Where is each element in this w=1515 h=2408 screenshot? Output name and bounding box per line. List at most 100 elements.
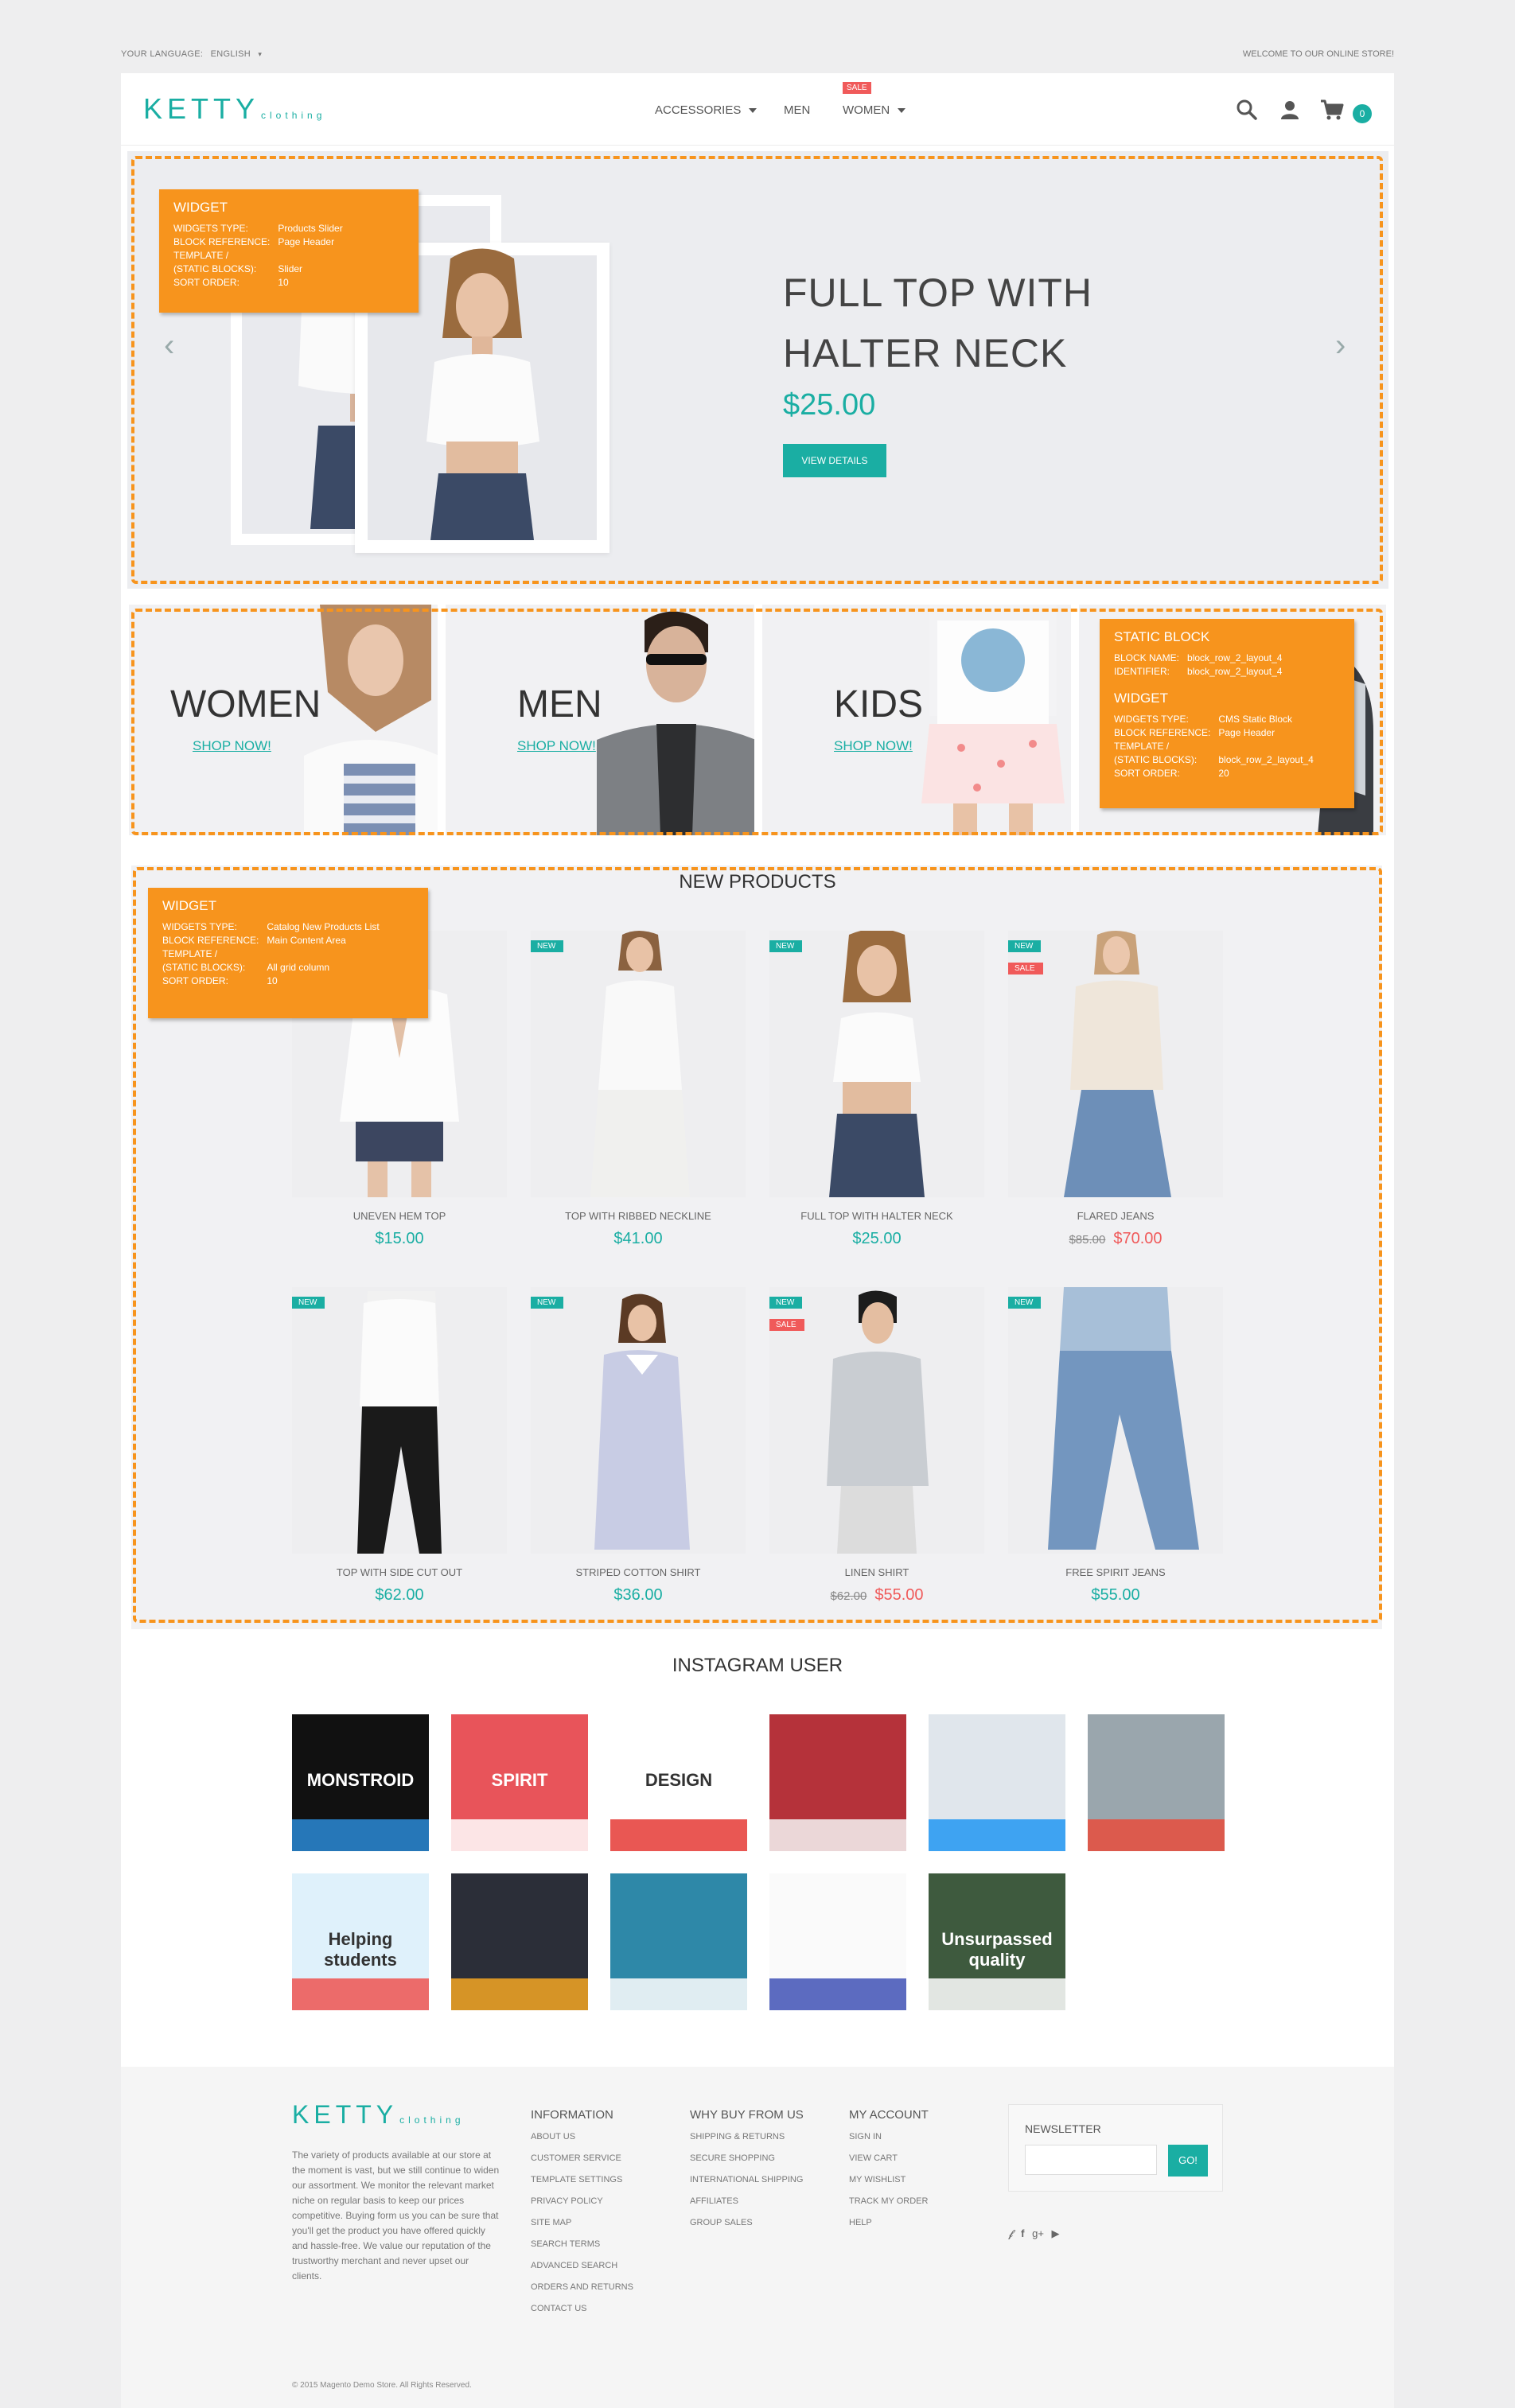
widget-annotation-title: Widget <box>1114 691 1168 706</box>
footer-link[interactable]: View cart <box>849 2148 1000 2169</box>
instagram-tile-band <box>1088 1819 1225 1851</box>
widget-value: All grid column <box>267 962 330 973</box>
footer-link[interactable]: Contact us <box>531 2298 682 2320</box>
widget-key: Block reference: <box>173 236 271 247</box>
footer-link[interactable]: Template Settings <box>531 2169 682 2191</box>
nav-accessories[interactable]: Accessories <box>655 103 758 117</box>
nav-men[interactable]: Men <box>784 103 810 117</box>
facebook-icon[interactable]: f <box>1021 2227 1024 2239</box>
footer-link[interactable]: Orders and returns <box>531 2277 682 2298</box>
nav-women-label: Women <box>843 103 890 117</box>
footer-link[interactable]: Sign in <box>849 2126 1000 2148</box>
nav-women[interactable]: Women <box>843 103 906 117</box>
widget-value: Slider <box>278 263 303 274</box>
instagram-tile[interactable]: MONSTROID <box>292 1714 429 1851</box>
widget-annotation-slider: Widget Widgets type: Products Slider Bloc… <box>159 189 419 313</box>
instagram-tile[interactable] <box>1088 1714 1225 1851</box>
instagram-tile[interactable]: Helping students <box>292 1873 429 2010</box>
instagram-title: Instagram user <box>672 1655 843 1676</box>
footer-link[interactable]: About us <box>531 2126 682 2148</box>
footer-column-title: Information <box>531 2108 613 2122</box>
widget-value: Page Header <box>1218 727 1275 738</box>
instagram-tile-band <box>929 1978 1065 2010</box>
language-switcher[interactable]: Your Language: English ▾ <box>121 49 262 59</box>
widget-key: Template / <box>162 948 218 959</box>
widget-key: Sort order: <box>173 277 240 288</box>
instagram-tile[interactable] <box>769 1873 906 2010</box>
user-icon[interactable] <box>1278 98 1302 122</box>
newsletter-email-input[interactable] <box>1025 2145 1157 2175</box>
widget-key: (Static blocks): <box>162 962 246 973</box>
widget-value: Products Slider <box>278 223 343 234</box>
footer-column-title: My account <box>849 2108 929 2122</box>
footer-logo[interactable]: KETTY clothing <box>292 2100 465 2130</box>
newsletter-title: Newsletter <box>1025 2122 1101 2135</box>
widget-value: block_row_2_layout_4 <box>1187 652 1283 663</box>
twitter-icon[interactable]: 𝓯 <box>1008 2227 1014 2239</box>
google-plus-icon[interactable]: g+ <box>1032 2227 1044 2239</box>
widget-key: Widgets type: <box>162 921 237 932</box>
instagram-tile-label: Unsurpassed quality <box>941 1929 1053 1970</box>
instagram-tile-label: MONSTROID <box>306 1770 415 1790</box>
widget-annotation-categories: Static block Block name: block_row_2_layo… <box>1100 619 1354 808</box>
widget-annotation-table: Widgets type: Products Slider Block refer… <box>173 222 351 290</box>
footer-column-my-account: My account Sign in View cart My wishlist… <box>849 2108 1000 2234</box>
instagram-tile[interactable] <box>929 1714 1065 1851</box>
footer-link[interactable]: Customer service <box>531 2148 682 2169</box>
widget-key: Sort order: <box>162 975 228 986</box>
instagram-tile[interactable]: Unsurpassed quality <box>929 1873 1065 2010</box>
static-block-annotation-table: Block name: block_row_2_layout_4 Identifi… <box>1114 652 1290 679</box>
cart-count-badge[interactable]: 0 <box>1353 104 1372 123</box>
instagram-tile-band <box>292 1978 429 2010</box>
instagram-tile-label: SPIRIT <box>491 1770 548 1790</box>
chevron-down-icon: ▾ <box>258 50 263 58</box>
footer-link[interactable]: My wishlist <box>849 2169 1000 2191</box>
instagram-tile-band <box>610 1978 747 2010</box>
cart-icon[interactable] <box>1319 98 1344 122</box>
footer-logo-sub: clothing <box>399 2114 465 2126</box>
header-divider <box>121 145 1394 146</box>
instagram-tile[interactable] <box>769 1714 906 1851</box>
instagram-tile-band <box>929 1819 1065 1851</box>
youtube-icon[interactable]: ▶ <box>1052 2227 1060 2239</box>
instagram-tile[interactable]: DESIGN <box>610 1714 747 1851</box>
instagram-tile[interactable] <box>610 1873 747 2010</box>
newsletter-box: Newsletter Go! <box>1008 2104 1223 2192</box>
footer-link[interactable]: Track my order <box>849 2191 1000 2212</box>
widget-value <box>1218 740 1321 753</box>
footer-link[interactable]: Group sales <box>690 2212 841 2234</box>
footer-link[interactable]: Search terms <box>531 2234 682 2255</box>
footer-link[interactable]: Help <box>849 2212 1000 2234</box>
widget-annotation-table: Widgets type: Catalog New Products List B… <box>162 920 388 988</box>
social-links: 𝓯 f g+ ▶ <box>1008 2227 1088 2240</box>
footer-link-list: Shipping & returns Secure shopping Inter… <box>690 2126 841 2234</box>
footer-link[interactable]: Affiliates <box>690 2191 841 2212</box>
widget-key: Block name: <box>1114 652 1180 663</box>
instagram-tile[interactable]: SPIRIT <box>451 1714 588 1851</box>
footer-link[interactable]: International shipping <box>690 2169 841 2191</box>
footer-link[interactable]: Secure shopping <box>690 2148 841 2169</box>
newsletter-submit-button[interactable]: Go! <box>1168 2145 1208 2177</box>
footer-link[interactable]: Site map <box>531 2212 682 2234</box>
site-logo[interactable]: KETTY clothing <box>143 92 325 126</box>
widget-key: (Static blocks): <box>173 263 257 274</box>
instagram-grid: MONSTROID SPIRIT DESIGN Helping students Uns… <box>292 1714 1225 2010</box>
footer-link[interactable]: Advanced search <box>531 2255 682 2277</box>
instagram-tile[interactable] <box>451 1873 588 2010</box>
instagram-tile-band <box>451 1978 588 2010</box>
widget-key: Template / <box>1114 741 1170 752</box>
widget-value: 20 <box>1218 768 1229 779</box>
language-value[interactable]: English <box>211 49 251 59</box>
widget-key: Template / <box>173 250 229 261</box>
widget-key: Block reference: <box>1114 727 1211 738</box>
footer-logo-main: KETTY <box>292 2100 399 2129</box>
widget-key: Widgets type: <box>1114 714 1189 725</box>
widget-value: block_row_2_layout_4 <box>1218 754 1314 765</box>
footer-link[interactable]: Shipping & returns <box>690 2126 841 2148</box>
instagram-tile-band <box>769 1819 906 1851</box>
instagram-tile-band <box>451 1819 588 1851</box>
widget-key: Sort order: <box>1114 768 1180 779</box>
instagram-tile-label: Helping students <box>324 1929 397 1970</box>
footer-link[interactable]: Privacy policy <box>531 2191 682 2212</box>
search-icon[interactable] <box>1235 98 1259 122</box>
